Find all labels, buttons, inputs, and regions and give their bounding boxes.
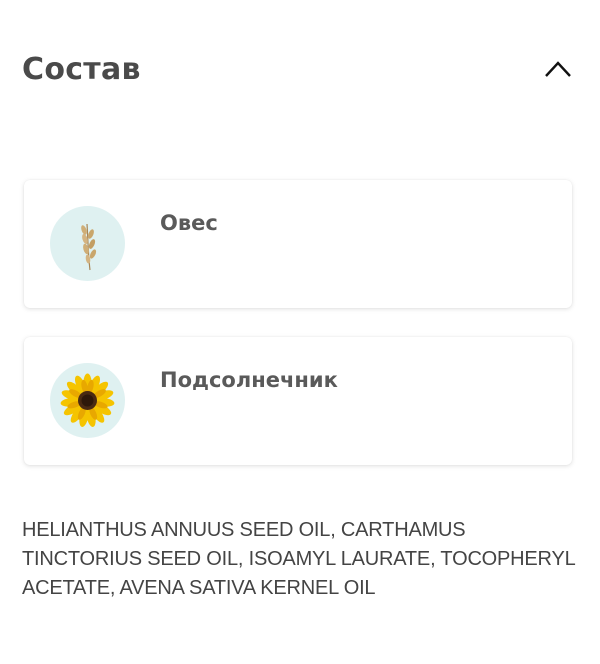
collapse-toggle-button[interactable] — [538, 49, 578, 89]
oat-icon — [50, 206, 125, 281]
ingredient-name: Подсолнечник — [160, 368, 338, 392]
section-title: Состав — [22, 51, 141, 87]
ingredient-card-sunflower[interactable]: Подсолнечник — [24, 337, 572, 465]
sunflower-icon — [50, 363, 125, 438]
composition-section: Состав Овес Подсолнечник HELIANTHUS ANNU… — [0, 0, 600, 664]
composition-inci-list: HELIANTHUS ANNUUS SEED OIL, CARTHAMUS TI… — [22, 519, 575, 599]
chevron-up-icon — [545, 61, 571, 77]
ingredient-name: Овес — [160, 211, 218, 235]
ingredient-card-oat[interactable]: Овес — [24, 180, 572, 308]
section-header[interactable]: Состав — [22, 46, 578, 92]
